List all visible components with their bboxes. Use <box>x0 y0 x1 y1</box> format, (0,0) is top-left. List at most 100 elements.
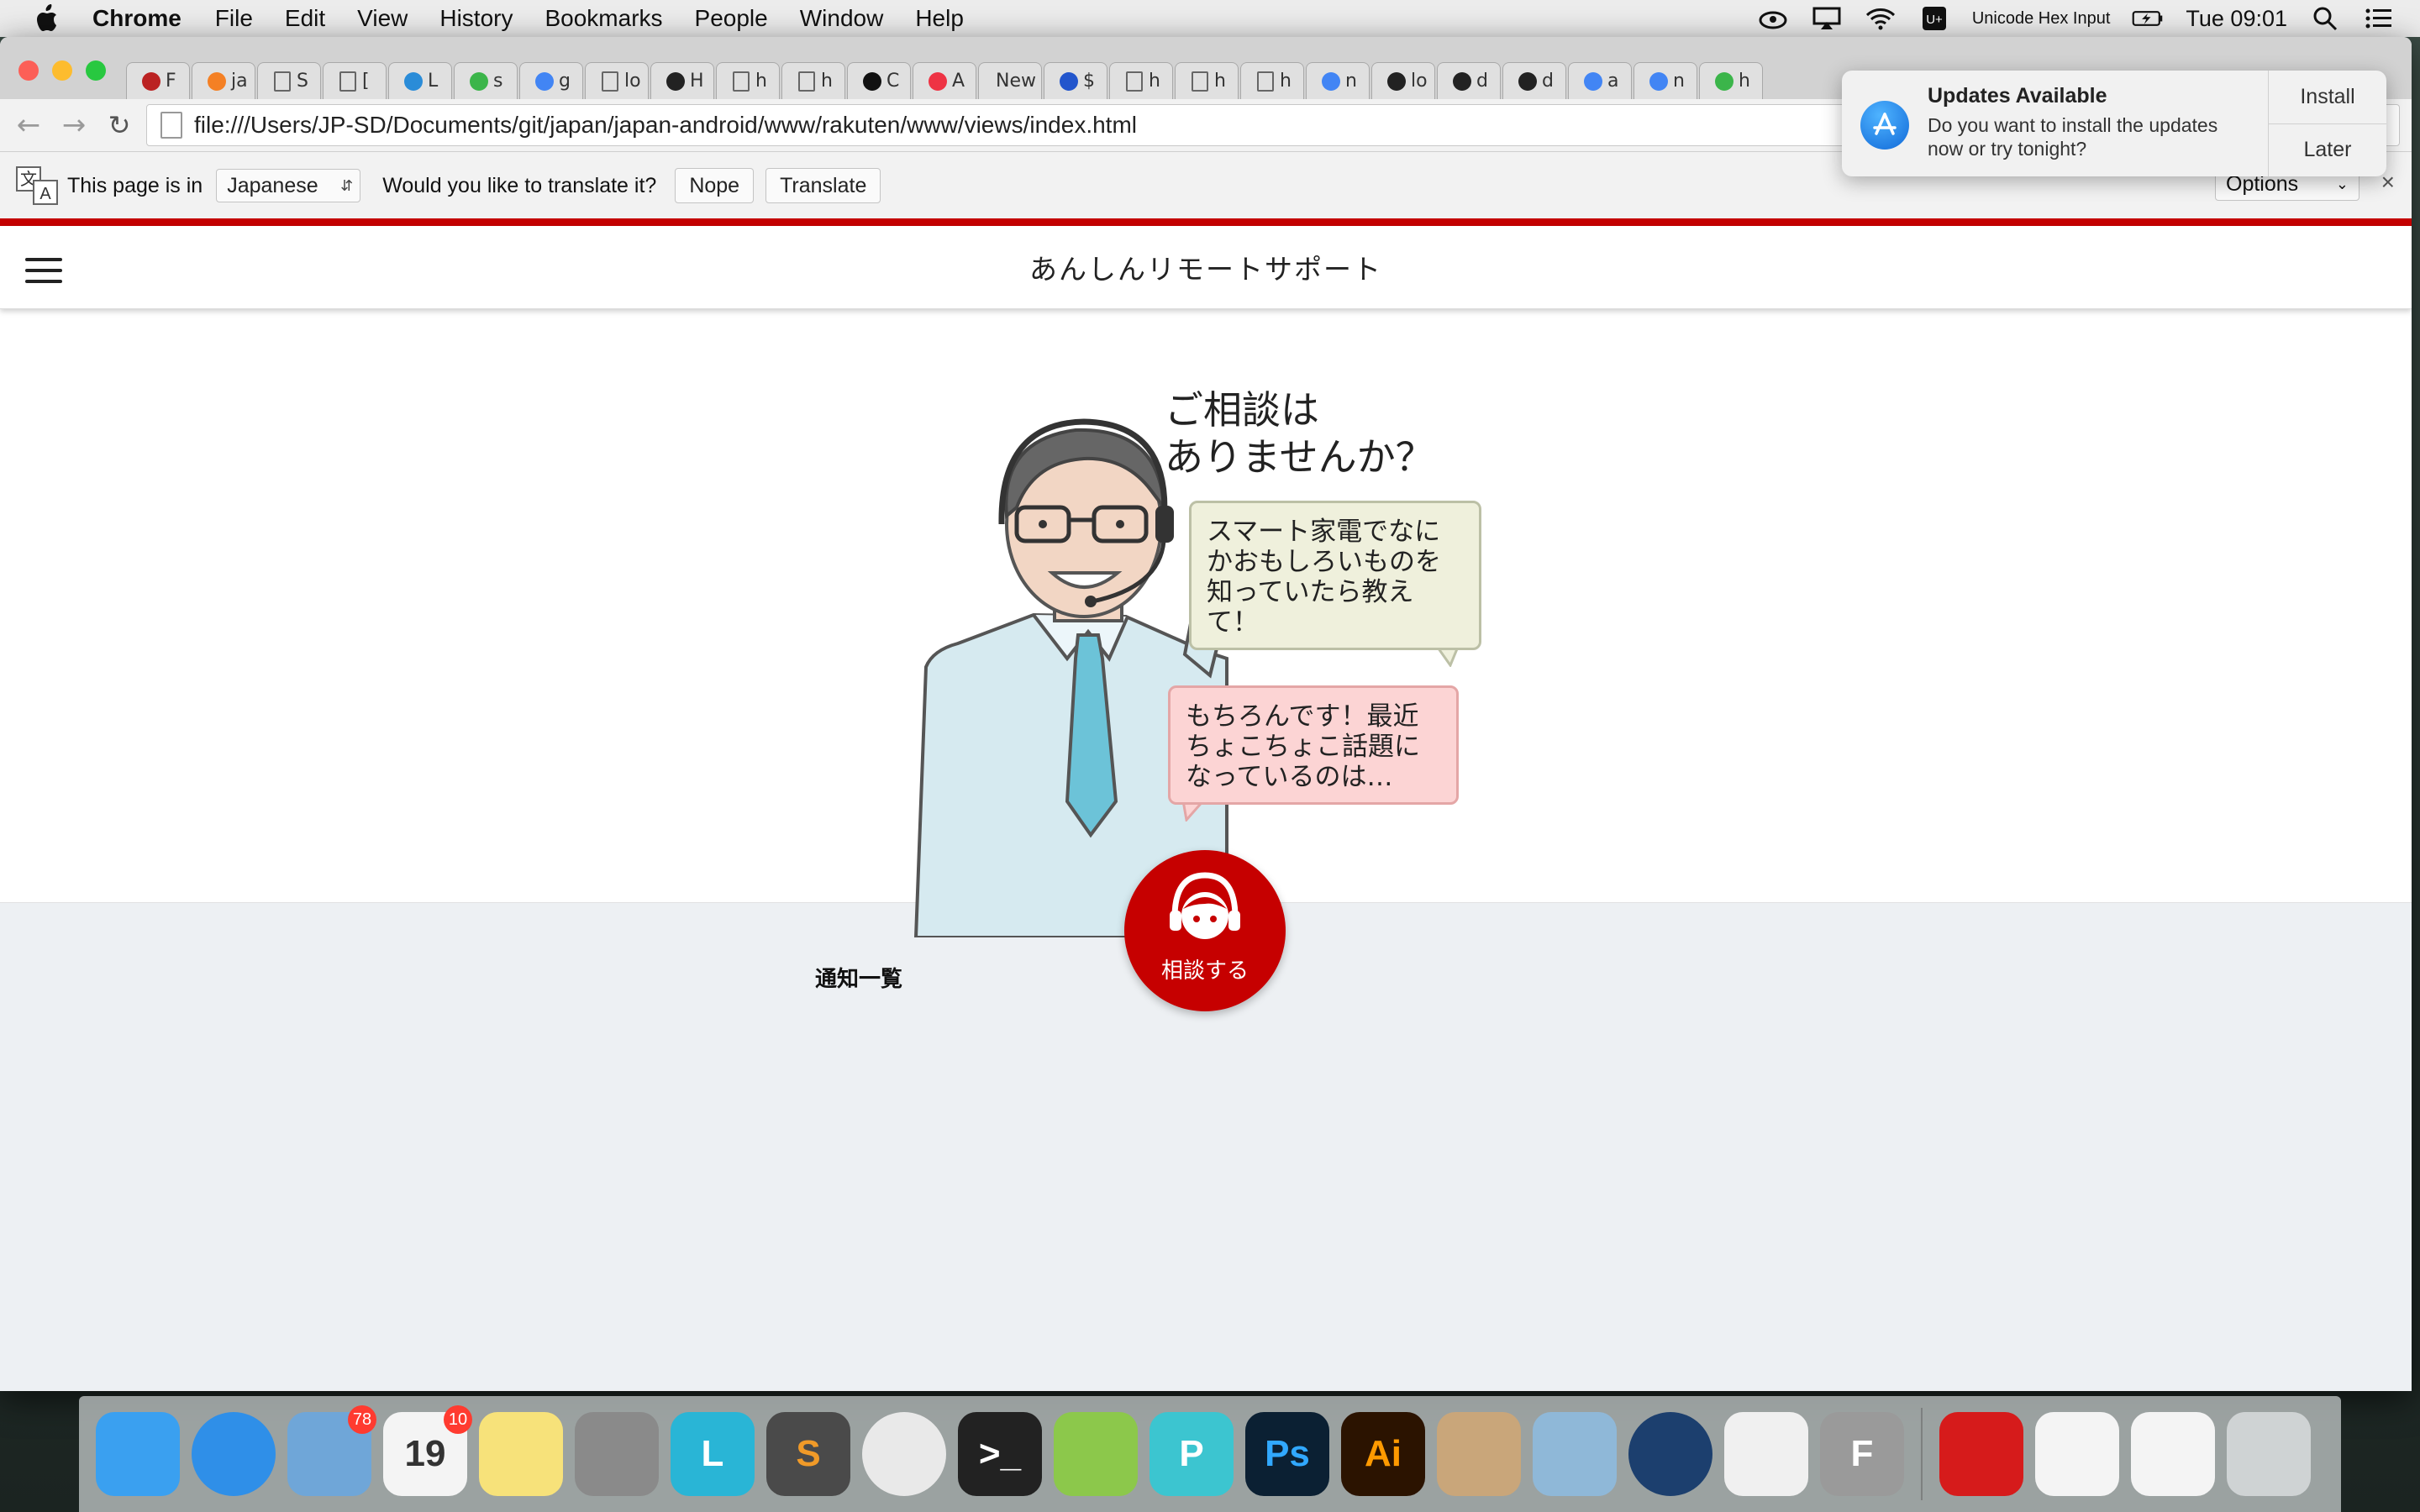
android-studio-icon[interactable] <box>1054 1412 1138 1496</box>
cloud-icon <box>1451 71 1473 92</box>
browser-tab[interactable]: h <box>1175 62 1239 99</box>
minimize-window-button[interactable] <box>52 60 72 81</box>
google-icon <box>1648 71 1670 92</box>
menu-view[interactable]: View <box>357 5 408 32</box>
browser-tab[interactable]: h <box>1699 62 1763 99</box>
browser-tab[interactable]: lo <box>1371 62 1435 99</box>
dock-item-label: Ps <box>1265 1433 1310 1474</box>
customer-speech-bubble: スマート家電でなにかおもしろいものを知っていたら教えて！ <box>1189 501 1481 650</box>
sourcetree-icon[interactable] <box>1628 1412 1712 1496</box>
menu-file[interactable]: File <box>215 5 253 32</box>
browser-tab[interactable]: h <box>781 62 845 99</box>
dock-item-label: 19 <box>404 1433 446 1474</box>
translate-button[interactable]: Translate <box>765 168 881 203</box>
google-icon <box>534 71 555 92</box>
calculator-icon[interactable] <box>1437 1412 1521 1496</box>
zoom-window-button[interactable] <box>86 60 106 81</box>
trash-icon[interactable] <box>2227 1412 2311 1496</box>
browser-tab[interactable]: S <box>257 62 321 99</box>
browser-tab[interactable]: C <box>847 62 911 99</box>
google-icon <box>1582 71 1604 92</box>
menu-window[interactable]: Window <box>800 5 884 32</box>
swirl-icon <box>1058 71 1080 92</box>
language-select[interactable]: Japanese ⇵ <box>216 169 361 202</box>
menu-history[interactable]: History <box>439 5 513 32</box>
hamburger-menu-icon[interactable] <box>25 258 62 283</box>
browser-tab[interactable]: d <box>1437 62 1501 99</box>
install-button[interactable]: Install <box>2269 71 2386 124</box>
browser-tab[interactable]: h <box>1109 62 1173 99</box>
browser-tab[interactable]: ja <box>192 62 255 99</box>
translate-prefix: This page is in <box>67 173 203 197</box>
camera-icon <box>1386 71 1407 92</box>
preview-icon[interactable] <box>1533 1412 1617 1496</box>
menu-bookmarks[interactable]: Bookmarks <box>544 5 662 32</box>
unicode-input-icon[interactable]: U+ <box>1918 6 1950 31</box>
sublime-text-icon[interactable]: S <box>766 1412 850 1496</box>
cloud-icon <box>1517 71 1539 92</box>
app-header: あんしんリモートサポート <box>0 226 2412 309</box>
page-icon <box>1255 71 1276 92</box>
launcher-icon[interactable]: L <box>671 1412 755 1496</box>
browser-tab[interactable]: F <box>126 62 190 99</box>
airplay-icon[interactable] <box>1811 6 1843 31</box>
safari-icon[interactable] <box>192 1412 276 1496</box>
browser-tab[interactable]: g <box>519 62 583 99</box>
reload-icon[interactable]: ↻ <box>103 108 136 142</box>
close-window-button[interactable] <box>18 60 39 81</box>
dock-badge: 78 <box>348 1405 376 1434</box>
browser-tab[interactable]: $ <box>1044 62 1107 99</box>
consult-question: ご相談は ありませんか？ <box>1165 386 1434 480</box>
finder-icon[interactable] <box>96 1412 180 1496</box>
menu-app-name[interactable]: Chrome <box>92 5 182 32</box>
browser-tab[interactable]: H <box>650 62 714 99</box>
browser-tab[interactable]: d <box>1502 62 1566 99</box>
browser-tab[interactable]: s <box>454 62 518 99</box>
browser-tab[interactable]: n <box>1634 62 1697 99</box>
menu-people[interactable]: People <box>695 5 768 32</box>
nope-button[interactable]: Nope <box>675 168 755 203</box>
later-button[interactable]: Later <box>2269 124 2386 177</box>
tab-label: h <box>1739 71 1750 92</box>
consult-button[interactable]: 相談する <box>1124 850 1286 1011</box>
dock-badge: 10 <box>444 1405 472 1434</box>
apple-icon[interactable] <box>34 3 64 34</box>
browser-tab[interactable]: h <box>716 62 780 99</box>
notification-center-icon[interactable] <box>2363 6 2395 31</box>
menubar-clock[interactable]: Tue 09:01 <box>2186 6 2287 32</box>
browser-tab[interactable]: A <box>913 62 976 99</box>
system-preferences-icon[interactable] <box>575 1412 659 1496</box>
address-url[interactable]: file:///Users/JP-SD/Documents/git/japan/… <box>194 112 1137 139</box>
browser-tab[interactable]: a <box>1568 62 1632 99</box>
creative-cloud-icon[interactable] <box>1939 1412 2023 1496</box>
menu-edit[interactable]: Edit <box>285 5 325 32</box>
wifi-icon[interactable] <box>1865 6 1897 31</box>
browser-tab[interactable]: L <box>388 62 452 99</box>
mail-icon[interactable]: 78 <box>287 1405 376 1496</box>
fontforge-icon[interactable]: F <box>1820 1412 1904 1496</box>
menu-help[interactable]: Help <box>915 5 964 32</box>
battery-icon[interactable] <box>2132 6 2164 31</box>
illustrator-icon[interactable]: Ai <box>1341 1412 1425 1496</box>
notes-icon[interactable] <box>479 1412 563 1496</box>
forward-arrow-icon[interactable]: → <box>57 108 91 142</box>
browser-tab[interactable]: New <box>978 62 1042 99</box>
browser-tab[interactable]: h <box>1240 62 1304 99</box>
spotlight-search-icon[interactable] <box>2309 6 2341 31</box>
phonegap-icon[interactable]: P <box>1150 1412 1234 1496</box>
browser-tab[interactable]: lo <box>585 62 649 99</box>
photoshop-icon[interactable]: Ps <box>1245 1412 1329 1496</box>
chrome-icon[interactable] <box>862 1412 946 1496</box>
green-app-icon <box>1713 71 1735 92</box>
document-2-icon[interactable] <box>2131 1412 2215 1496</box>
browser-tab[interactable]: n <box>1306 62 1370 99</box>
calendar-icon[interactable]: 19 10 <box>383 1405 472 1496</box>
terminal-icon[interactable]: >_ <box>958 1412 1042 1496</box>
input-source-label[interactable]: Unicode Hex Input <box>1972 9 2111 29</box>
creative-cloud-icon[interactable] <box>1757 6 1789 31</box>
back-arrow-icon[interactable]: ← <box>12 108 45 142</box>
document-icon[interactable] <box>2035 1412 2119 1496</box>
browser-tab[interactable]: [ <box>323 62 387 99</box>
language-value: Japanese <box>227 173 318 197</box>
numbers-icon[interactable] <box>1724 1412 1808 1496</box>
